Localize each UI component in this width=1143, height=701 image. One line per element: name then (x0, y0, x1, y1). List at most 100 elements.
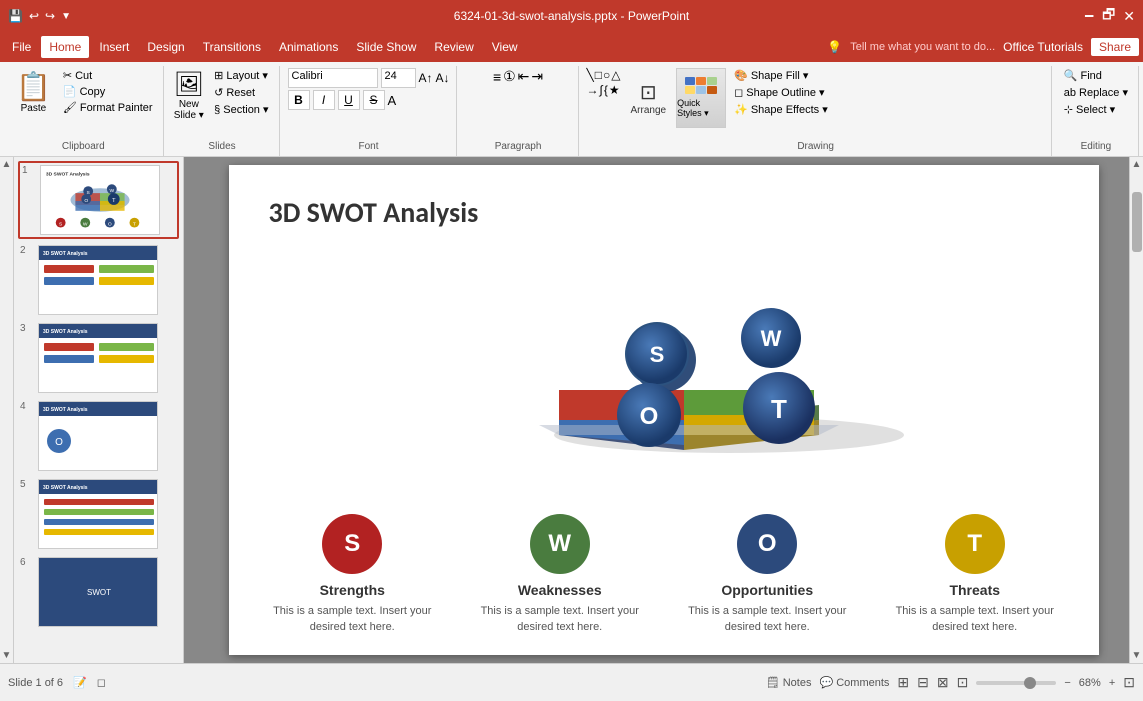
italic-button[interactable]: I (313, 90, 335, 110)
indent-more[interactable]: ⇥ (531, 68, 543, 85)
undo-icon[interactable]: ↩ (29, 9, 39, 23)
new-slide-button[interactable]: 🖼 New Slide ▾ (172, 68, 206, 123)
menu-animations[interactable]: Animations (271, 36, 346, 58)
close-btn[interactable]: ✕ (1123, 8, 1135, 25)
paste-button[interactable]: 📋 Paste (10, 68, 57, 116)
scroll-down[interactable]: ▼ (0, 648, 13, 663)
shape-brace[interactable]: { (604, 83, 608, 97)
right-scrollbar[interactable]: ▲ ▼ (1129, 157, 1143, 663)
zoom-thumb[interactable] (1024, 677, 1036, 689)
slide-thumb-4[interactable]: 4 3D SWOT Analysis O (18, 399, 179, 473)
slide-thumb-2[interactable]: 2 3D SWOT Analysis (18, 243, 179, 317)
scroll-thumb[interactable] (1132, 192, 1142, 252)
view-outline[interactable]: ⊟ (917, 674, 929, 691)
minimize-btn[interactable]: 🗕 (1084, 4, 1094, 28)
redo-icon[interactable]: ↪ (45, 9, 55, 23)
section-button[interactable]: § Section ▾ (210, 102, 272, 117)
font-color[interactable]: A (388, 93, 397, 108)
scroll-up[interactable]: ▲ (0, 157, 13, 172)
menu-view[interactable]: View (484, 36, 526, 58)
menu-review[interactable]: Review (426, 36, 481, 58)
menu-file[interactable]: File (4, 36, 39, 58)
fit-window[interactable]: ⊡ (1123, 674, 1135, 691)
slide-thumb-6[interactable]: 6 SWOT (18, 555, 179, 629)
shape-arrow[interactable]: → (587, 83, 599, 97)
swot-item-t: T Threats This is a sample text. Insert … (883, 514, 1066, 635)
select-button[interactable]: ⊹ Select ▾ (1060, 102, 1132, 117)
slide-canvas[interactable]: 3D SWOT Analysis (229, 165, 1099, 655)
slide-thumb-1[interactable]: 1 3D SWOT Analysis S W O (18, 161, 179, 239)
zoom-slider[interactable] (976, 681, 1056, 685)
shape-star[interactable]: ★ (609, 83, 620, 97)
scroll-up-arrow[interactable]: ▲ (1130, 157, 1143, 172)
save-icon[interactable]: 💾 (8, 9, 23, 23)
font-shrink[interactable]: A↓ (436, 71, 450, 85)
bold-button[interactable]: B (288, 90, 310, 110)
numbering-button[interactable]: ① (503, 68, 516, 85)
restore-btn[interactable]: 🗗 (1102, 4, 1115, 28)
cut-button[interactable]: ✂Cut (59, 68, 157, 83)
font-size[interactable]: 24 (381, 68, 416, 88)
office-tutorials[interactable]: Office Tutorials (1003, 40, 1083, 54)
layout-button[interactable]: ⊞ Layout ▾ (210, 68, 272, 83)
svg-text:T: T (133, 222, 136, 228)
view-normal[interactable]: ⊞ (897, 674, 909, 691)
share-button[interactable]: Share (1091, 38, 1139, 56)
view-reading[interactable]: ⊡ (957, 674, 969, 691)
shape-rect[interactable]: □ (595, 68, 602, 82)
notes-button[interactable]: 🗒 Notes (766, 676, 812, 689)
shape-outline-button[interactable]: ◻ Shape Outline ▾ (730, 85, 832, 100)
shape-curve[interactable]: ∫ (600, 83, 603, 97)
view-slide[interactable]: ⊠ (937, 674, 949, 691)
zoom-out[interactable]: − (1064, 677, 1070, 689)
svg-text:O: O (108, 222, 112, 228)
underline-button[interactable]: U (338, 90, 360, 110)
shape-fill-button[interactable]: 🎨 Shape Fill ▾ (730, 68, 832, 83)
slide-indicator-icon[interactable]: ◻ (97, 676, 106, 689)
copy-button[interactable]: 📄Copy (59, 84, 157, 99)
slide-thumb-5[interactable]: 5 3D SWOT Analysis (18, 477, 179, 551)
swot-text-s: This is a sample text. Insert your desir… (261, 604, 444, 635)
shape-effects-button[interactable]: ✨ Shape Effects ▾ (730, 102, 832, 117)
menu-design[interactable]: Design (139, 36, 192, 58)
swot-circle-s: S (322, 514, 382, 574)
font-label: Font (359, 141, 379, 154)
indent-less[interactable]: ⇤ (518, 68, 530, 85)
quick-styles-button[interactable]: Quick Styles ▾ (676, 68, 726, 128)
zoom-in[interactable]: + (1109, 677, 1115, 689)
find-button[interactable]: 🔍 Find (1060, 68, 1132, 83)
slide-num-4: 4 (20, 401, 32, 412)
svg-text:O: O (55, 437, 63, 448)
shape-ellipse[interactable]: ○ (603, 68, 610, 82)
menu-transitions[interactable]: Transitions (195, 36, 269, 58)
arrange-button[interactable]: ⊡ Arrange (625, 68, 673, 128)
slide-thumb-3[interactable]: 3 3D SWOT Analysis (18, 321, 179, 395)
clipboard-small: ✂Cut 📄Copy 🖌Format Painter (59, 68, 157, 116)
comments-button[interactable]: 💬 Comments (819, 676, 889, 689)
swot-circle-w: W (530, 514, 590, 574)
title-bar-right: 🗕 🗗 ✕ (1084, 4, 1135, 28)
menu-home[interactable]: Home (41, 36, 89, 58)
customize-icon[interactable]: ▼ (61, 11, 71, 22)
scroll-down-arrow[interactable]: ▼ (1130, 648, 1143, 663)
strikethrough-button[interactable]: S (363, 90, 385, 110)
editing-label: Editing (1081, 141, 1112, 154)
shape-tri[interactable]: △ (611, 68, 620, 82)
bullets-button[interactable]: ≡ (493, 69, 501, 85)
format-painter-button[interactable]: 🖌Format Painter (59, 100, 157, 115)
font-family[interactable]: Calibri (288, 68, 378, 88)
tell-me-input[interactable]: Tell me what you want to do... (850, 41, 995, 53)
slide-preview-1: 3D SWOT Analysis S W O T (40, 165, 160, 235)
slide-preview-3: 3D SWOT Analysis (38, 323, 158, 393)
swot-item-w: W Weaknesses This is a sample text. Inse… (468, 514, 651, 635)
font-grow[interactable]: A↑ (419, 71, 433, 85)
reset-button[interactable]: ↺ Reset (210, 85, 272, 100)
svg-text:O: O (84, 198, 88, 204)
left-scrollbar[interactable]: ▲ ▼ (0, 157, 14, 663)
svg-text:T: T (112, 198, 116, 204)
shape-line[interactable]: ╲ (587, 68, 594, 82)
menu-insert[interactable]: Insert (91, 36, 137, 58)
menu-slideshow[interactable]: Slide Show (348, 36, 424, 58)
drawing-controls: ╲ □ ○ △ → ∫ { ★ ⊡ Arrange (587, 68, 1045, 128)
replace-button[interactable]: ab Replace ▾ (1060, 85, 1132, 100)
